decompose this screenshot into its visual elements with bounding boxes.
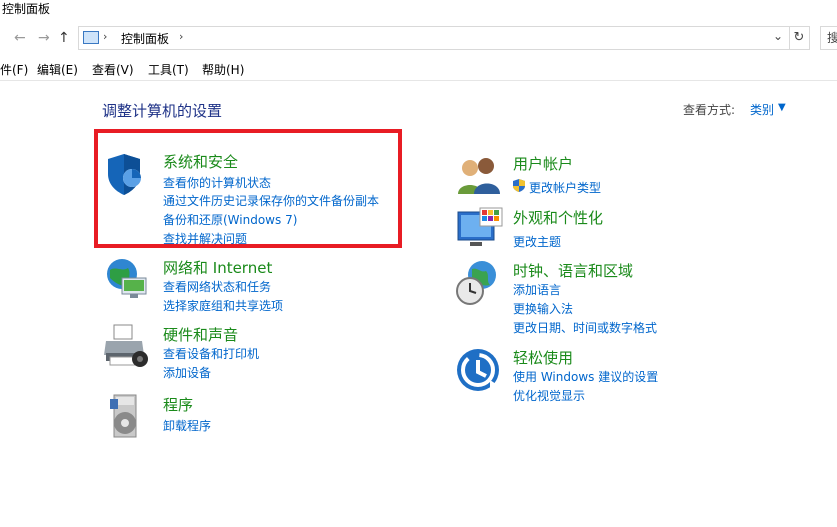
link-change-theme[interactable]: 更改主题 [513, 233, 561, 250]
view-by-label: 查看方式: [683, 103, 736, 117]
link-optimize-display[interactable]: 优化视觉显示 [513, 387, 585, 404]
view-by-dropdown[interactable]: 类别 [750, 101, 774, 118]
link-change-input[interactable]: 更换输入法 [513, 300, 573, 317]
category-title[interactable]: 网络和 Internet [163, 257, 272, 278]
link-network-status[interactable]: 查看网络状态和任务 [163, 278, 271, 295]
link-homegroup[interactable]: 选择家庭组和共享选项 [163, 297, 283, 314]
menu-bar: 件(F) 编辑(E) 查看(V) 工具(T) 帮助(H) [0, 58, 837, 78]
forward-button[interactable]: → [38, 30, 50, 46]
menu-tools[interactable]: 工具(T) [148, 61, 189, 78]
category-title[interactable]: 外观和个性化 [513, 207, 603, 228]
ease-of-access-icon[interactable] [456, 346, 504, 394]
link-change-account-type[interactable]: 更改帐户类型 [529, 179, 601, 196]
users-icon[interactable] [456, 152, 504, 200]
control-panel-icon [83, 31, 99, 44]
link-uninstall[interactable]: 卸载程序 [163, 417, 211, 434]
programs-icon[interactable] [104, 393, 152, 441]
uac-shield-icon [513, 179, 525, 192]
network-globe-icon[interactable] [104, 256, 152, 304]
menu-help[interactable]: 帮助(H) [202, 61, 244, 78]
category-title[interactable]: 轻松使用 [513, 347, 573, 368]
printer-icon[interactable] [104, 323, 152, 371]
category-title[interactable]: 硬件和声音 [163, 324, 238, 345]
address-input[interactable]: › 控制面板 › ⌄ [78, 26, 790, 50]
link-add-language[interactable]: 添加语言 [513, 281, 561, 298]
category-title[interactable]: 用户帐户 [513, 153, 573, 174]
search-input[interactable]: 搜 [820, 26, 837, 50]
link-devices-printers[interactable]: 查看设备和打印机 [163, 345, 259, 362]
up-button[interactable]: ↑ [58, 30, 70, 46]
link-recommended-settings[interactable]: 使用 Windows 建议的设置 [513, 368, 658, 385]
breadcrumb-control-panel[interactable]: 控制面板 [121, 30, 169, 47]
menu-view[interactable]: 查看(V) [92, 61, 134, 78]
link-change-date-format[interactable]: 更改日期、时间或数字格式 [513, 319, 657, 336]
link-add-device[interactable]: 添加设备 [163, 364, 211, 381]
appearance-icon[interactable] [456, 206, 504, 254]
category-title[interactable]: 时钟、语言和区域 [513, 260, 633, 281]
chevron-down-icon[interactable]: ⌄ [773, 29, 783, 43]
category-title[interactable]: 程序 [163, 394, 193, 415]
menu-file[interactable]: 件(F) [0, 61, 28, 78]
highlight-box [94, 129, 402, 248]
menu-divider [0, 80, 837, 81]
breadcrumb-separator: › [103, 30, 108, 43]
window-title: 控制面板 [2, 2, 51, 16]
back-button[interactable]: ← [14, 30, 26, 46]
refresh-button[interactable]: ↻ [789, 26, 810, 50]
breadcrumb-separator[interactable]: › [179, 30, 183, 43]
page-title: 调整计算机的设置 [102, 102, 223, 120]
chevron-down-icon[interactable]: ▼ [778, 102, 786, 113]
address-bar-row: ← → ↑ › 控制面板 › ⌄ ↻ 搜 [0, 26, 837, 50]
menu-edit[interactable]: 编辑(E) [37, 61, 78, 78]
clock-globe-icon[interactable] [456, 259, 504, 307]
